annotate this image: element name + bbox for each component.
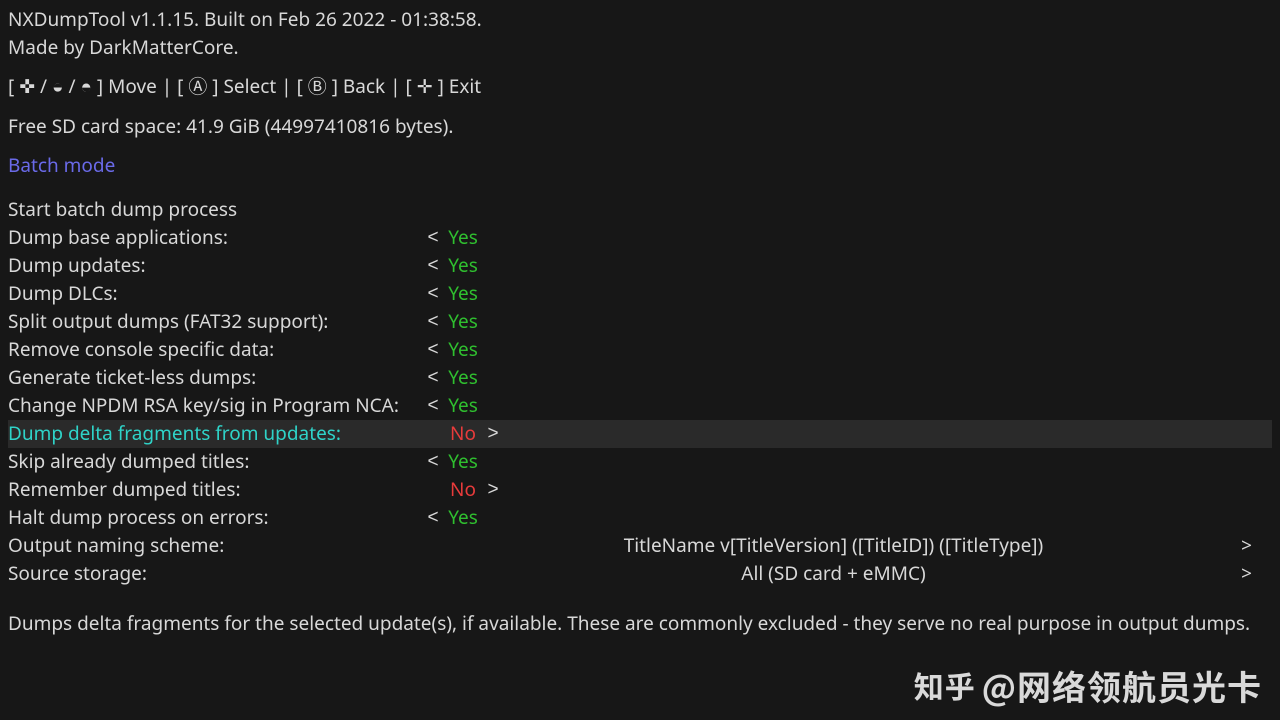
menu-item-toggle[interactable]: Dump updates:<Yes [8,252,1272,280]
chevron-right-icon: > [1241,532,1252,560]
batch-menu: Start batch dump process Dump base appli… [8,196,1272,588]
menu-item-value: No [443,476,483,504]
chevron-left-icon: < [423,336,443,364]
menu-item-label: Dump updates: [8,252,423,280]
app-title: NXDumpTool v1.1.15. Built on Feb 26 2022… [8,6,1272,34]
menu-item-start[interactable]: Start batch dump process [8,196,1272,224]
menu-item-toggle[interactable]: Split output dumps (FAT32 support):<Yes [8,308,1272,336]
menu-item-label: Split output dumps (FAT32 support): [8,308,423,336]
menu-item-label: Dump DLCs: [8,280,423,308]
chevron-left-icon: < [423,392,443,420]
chevron-left-icon: < [423,448,443,476]
menu-item-label: Start batch dump process [8,196,423,224]
menu-item-value: Yes [443,364,483,392]
menu-item-value: Yes [443,224,483,252]
menu-item-label: Source storage: [8,560,423,588]
menu-item-toggle[interactable]: Dump DLCs:<Yes [8,280,1272,308]
menu-item-label: Dump base applications: [8,224,423,252]
watermark-prefix: 知乎 [914,663,976,707]
chevron-right-icon: > [483,420,503,448]
menu-item-toggle[interactable]: Remember dumped titles: No> [8,476,1272,504]
chevron-right-icon: > [483,476,503,504]
chevron-left-icon: < [423,252,443,280]
chevron-left-icon: < [423,504,443,532]
chevron-left-icon: < [423,280,443,308]
menu-item-select[interactable]: Source storage:All (SD card + eMMC)> [8,560,1272,588]
menu-item-toggle[interactable]: Halt dump process on errors:<Yes [8,504,1272,532]
menu-item-value: Yes [443,392,483,420]
menu-item-toggle[interactable]: Generate ticket-less dumps:<Yes [8,364,1272,392]
menu-item-value: TitleName v[TitleVersion] ([TitleID]) ([… [423,532,1272,560]
menu-item-toggle[interactable]: Dump base applications:<Yes [8,224,1272,252]
chevron-left-icon: < [423,224,443,252]
menu-item-toggle[interactable]: Dump delta fragments from updates: No> [8,420,1272,448]
watermark: 知乎@网络领航员光卡 [914,661,1262,710]
menu-item-label: Change NPDM RSA key/sig in Program NCA: [8,392,423,420]
chevron-left-icon: < [423,308,443,336]
menu-item-label: Dump delta fragments from updates: [8,420,423,448]
option-description: Dumps delta fragments for the selected u… [8,610,1272,638]
menu-item-value: Yes [443,308,483,336]
menu-item-label: Skip already dumped titles: [8,448,423,476]
menu-item-value: All (SD card + eMMC) [423,560,1272,588]
mode-label: Batch mode [8,152,1272,180]
menu-item-select[interactable]: Output naming scheme:TitleName v[TitleVe… [8,532,1272,560]
menu-item-value: Yes [443,252,483,280]
free-space: Free SD card space: 41.9 GiB (4499741081… [8,113,1272,141]
menu-item-label: Remove console specific data: [8,336,423,364]
menu-item-label: Remember dumped titles: [8,476,423,504]
menu-item-value: Yes [443,448,483,476]
author: Made by DarkMatterCore. [8,34,1272,62]
menu-item-toggle[interactable]: Change NPDM RSA key/sig in Program NCA:<… [8,392,1272,420]
menu-item-value: Yes [443,504,483,532]
menu-item-toggle[interactable]: Skip already dumped titles:<Yes [8,448,1272,476]
menu-item-label: Output naming scheme: [8,532,423,560]
menu-item-value: Yes [443,336,483,364]
menu-item-toggle[interactable]: Remove console specific data:<Yes [8,336,1272,364]
menu-item-label: Halt dump process on errors: [8,504,423,532]
menu-item-value: No [443,420,483,448]
chevron-right-icon: > [1241,560,1252,588]
watermark-text: @网络领航员光卡 [982,661,1262,710]
menu-item-label: Generate ticket-less dumps: [8,364,423,392]
chevron-left-icon: < [423,364,443,392]
menu-item-value: Yes [443,280,483,308]
controls-hint: [ ✜ / ◒ / ◓ ] Move | [ Ⓐ ] Select | [ Ⓑ … [8,73,1272,101]
